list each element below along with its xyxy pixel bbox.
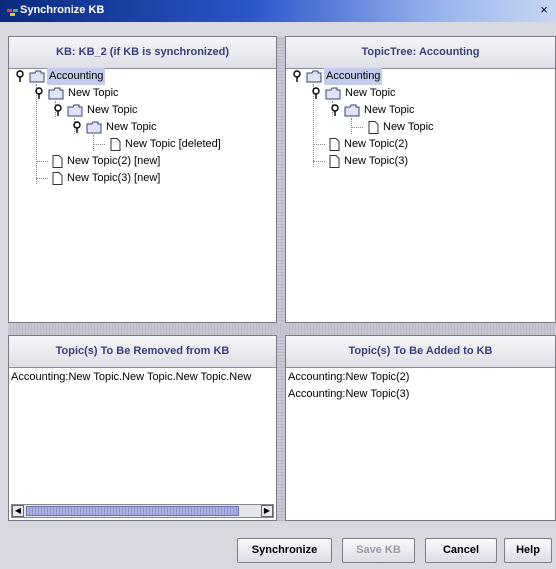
document-icon: [110, 138, 121, 151]
list-item[interactable]: Accounting:New Topic(2): [288, 369, 409, 385]
document-icon: [52, 172, 63, 185]
added-pane-header: Topic(s) To Be Added to KB: [286, 336, 555, 368]
document-icon: [368, 121, 379, 134]
save-kb-button[interactable]: Save KB: [342, 538, 415, 563]
scroll-left-icon[interactable]: ◀: [12, 505, 24, 517]
horizontal-splitter[interactable]: [8, 323, 556, 335]
vertical-splitter-top[interactable]: [277, 36, 285, 323]
removed-pane-header: Topic(s) To Be Removed from KB: [9, 336, 276, 368]
cancel-button[interactable]: Cancel: [425, 538, 497, 563]
tree-node-label: New Topic: [106, 121, 157, 133]
list-item[interactable]: Accounting:New Topic.New Topic.New Topic…: [11, 369, 251, 385]
removed-topics-list[interactable]: Accounting:New Topic.New Topic.New Topic…: [9, 367, 276, 520]
kb-pane-header: KB: KB_2 (if KB is synchronized): [9, 37, 276, 69]
tree-node-label: New Topic(2): [344, 138, 408, 150]
list-item[interactable]: Accounting:New Topic(3): [288, 386, 409, 402]
window-title: Synchronize KB: [20, 4, 105, 16]
topic-tree[interactable]: Accounting New Topic New Topic New Topic…: [286, 68, 555, 322]
tree-node-label: New Topic: [345, 87, 396, 99]
folder-icon: [306, 70, 322, 83]
removed-topics-pane: Topic(s) To Be Removed from KB Accountin…: [8, 335, 277, 521]
tree-handle-icon[interactable]: [292, 70, 302, 83]
folder-icon: [48, 87, 64, 100]
tree-handle-icon[interactable]: [15, 70, 25, 83]
app-icon: [7, 9, 18, 16]
tree-node-label: New Topic [deleted]: [125, 138, 221, 150]
kb-tree[interactable]: Accounting New Topic New Topic New Topic…: [9, 68, 276, 322]
tree-node-label: New Topic(2) [new]: [67, 155, 161, 167]
tree-handle-icon[interactable]: [72, 121, 82, 134]
tree-node-label: New Topic(3): [344, 155, 408, 167]
folder-icon: [67, 104, 83, 117]
folder-icon: [86, 121, 102, 134]
tree-handle-icon[interactable]: [53, 104, 63, 117]
tree-node-label: New Topic: [364, 104, 415, 116]
kb-tree-pane: KB: KB_2 (if KB is synchronized) Account…: [8, 36, 277, 323]
tree-node-label: Accounting: [47, 68, 106, 85]
added-topics-pane: Topic(s) To Be Added to KB Accounting:Ne…: [285, 335, 556, 521]
document-icon: [52, 155, 63, 168]
topictree-pane: TopicTree: Accounting Accounting New Top…: [285, 36, 556, 323]
tree-node-label: Accounting: [324, 68, 383, 85]
topictree-pane-header: TopicTree: Accounting: [286, 37, 555, 69]
tree-handle-icon[interactable]: [34, 87, 44, 100]
tree-node-label: New Topic(3) [new]: [67, 172, 161, 184]
document-icon: [329, 138, 340, 151]
help-button[interactable]: Help: [504, 538, 552, 563]
folder-icon: [344, 104, 360, 117]
tree-node-label: New Topic: [87, 104, 138, 116]
added-topics-list[interactable]: Accounting:New Topic(2) Accounting:New T…: [286, 367, 555, 520]
horizontal-scrollbar[interactable]: ◀ ▶: [11, 504, 274, 518]
tree-node-label: New Topic: [68, 87, 119, 99]
tree-handle-icon[interactable]: [330, 104, 340, 117]
close-button[interactable]: ×: [536, 3, 552, 17]
scroll-right-icon[interactable]: ▶: [261, 505, 273, 517]
folder-icon: [325, 87, 341, 100]
scroll-thumb[interactable]: [26, 506, 239, 516]
title-bar: Synchronize KB ×: [0, 0, 556, 22]
document-icon: [329, 155, 340, 168]
dialog-content: KB: KB_2 (if KB is synchronized) Account…: [8, 36, 556, 521]
tree-node-label: New Topic: [383, 121, 434, 133]
tree-handle-icon[interactable]: [311, 87, 321, 100]
folder-icon: [29, 70, 45, 83]
vertical-splitter-bottom[interactable]: [277, 335, 285, 521]
synchronize-button[interactable]: Synchronize: [237, 538, 332, 563]
